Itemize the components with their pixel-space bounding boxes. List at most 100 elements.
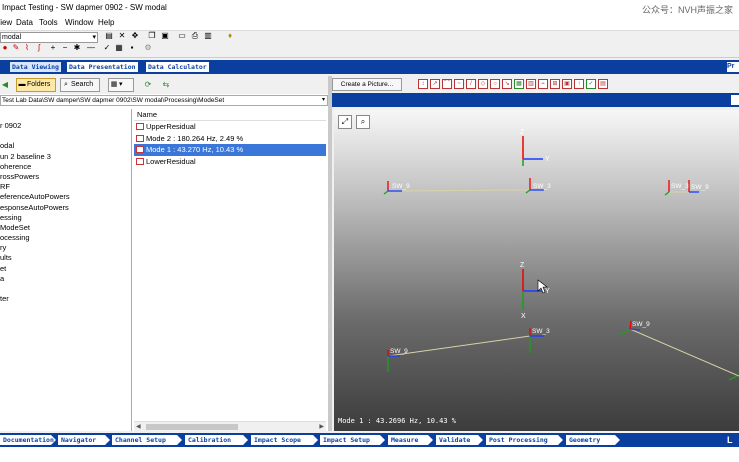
display-tool-icon[interactable]: ↗	[430, 79, 440, 89]
search-icon: ⌕	[64, 81, 68, 88]
tree-item[interactable]: ults	[0, 253, 131, 263]
tab-overflow[interactable]: Pr	[727, 62, 739, 72]
tree-item[interactable]: et	[0, 264, 131, 274]
workflow-documentation[interactable]: Documentation	[0, 435, 56, 445]
print-icon[interactable]: ⎙	[190, 31, 200, 41]
display-tool-icon[interactable]: ▥	[526, 79, 536, 89]
menu-window[interactable]: Window	[65, 18, 93, 27]
workflow-navigator[interactable]: Navigator	[58, 435, 110, 445]
tree-item[interactable]: ModeSet	[0, 223, 131, 233]
navigator-panel: ◀ ▬ Folders ⌕ Search ▦ ▾ ⟳ ⇆ Test Lab Data\…	[0, 76, 328, 431]
workflow-validate[interactable]: Validate	[436, 435, 483, 445]
tree-item[interactable]: eferenceAutoPowers	[0, 192, 131, 202]
tab-data-calculator[interactable]: Data Calculator	[146, 62, 209, 72]
geometry-view[interactable]: ⤢ ⌕ Z Y SW_9 SW_3 SW_3 SW_9 Z Y X SW_9 S…	[334, 110, 739, 431]
scroll-right-icon[interactable]: ▶	[319, 422, 324, 432]
workflow-post-processing[interactable]: Post Processing	[486, 435, 563, 445]
curve-icon[interactable]: ʃ	[34, 43, 44, 53]
menu-bar: View Data Tools Window Help	[0, 17, 739, 30]
scroll-left-icon[interactable]: ◀	[136, 422, 141, 432]
list-item[interactable]: LowerResidual	[134, 156, 326, 168]
tree-item[interactable]: r 0902	[0, 121, 131, 131]
display-tool-icon[interactable]: ↘	[502, 79, 512, 89]
view-mode-button[interactable]: ▦ ▾	[108, 78, 134, 92]
star-icon[interactable]: ✱	[72, 43, 82, 53]
list-item[interactable]: Mode 2 : 180.264 Hz, 2.49 %	[134, 133, 326, 145]
node-sw9-lower-right: SW_9	[619, 320, 650, 336]
dash-icon[interactable]: —	[86, 43, 96, 53]
table-icon[interactable]: ▦	[114, 43, 124, 53]
list-item[interactable]: UpperResidual	[134, 121, 326, 133]
cut-icon[interactable]: ✕	[117, 31, 127, 41]
path-field[interactable]: Test Lab Data\SW damper\SW dapmer 0902\S…	[0, 95, 328, 106]
tree-item[interactable]: ry	[0, 243, 131, 253]
svg-text:Z: Z	[520, 262, 525, 269]
open-icon[interactable]: ▭	[177, 31, 187, 41]
display-tool-icon[interactable]: ○	[490, 79, 500, 89]
plus-icon[interactable]: +	[48, 43, 58, 53]
display-tool-icon[interactable]: ✓	[586, 79, 596, 89]
display-tool-icon[interactable]: ~	[454, 79, 464, 89]
tab-data-presentation[interactable]: Data Presentation	[67, 62, 138, 72]
tree-item[interactable]	[0, 131, 131, 141]
folders-button[interactable]: ▬ Folders	[16, 78, 56, 92]
check-icon[interactable]: ✓	[102, 43, 112, 53]
tree-item[interactable]: ocessing	[0, 233, 131, 243]
move-icon[interactable]: ✥	[130, 31, 140, 41]
help-bulb-icon[interactable]: ♦	[225, 31, 235, 41]
scan-icon[interactable]: ▥	[203, 31, 213, 41]
tree-item[interactable]: essing	[0, 213, 131, 223]
refresh-icon[interactable]: ⟳	[143, 80, 153, 90]
display-tool-icon[interactable]: ▦	[514, 79, 524, 89]
tree-item[interactable]: ter	[0, 294, 131, 304]
display-tool-icon[interactable]: ⊞	[550, 79, 560, 89]
scrollbar-thumb[interactable]	[146, 424, 238, 430]
workflow-channel-setup[interactable]: Channel Setup	[112, 435, 182, 445]
minus-icon[interactable]: −	[60, 43, 70, 53]
menu-help[interactable]: Help	[98, 18, 114, 27]
tree-item[interactable]: rossPowers	[0, 172, 131, 182]
tree-item[interactable]: RF	[0, 182, 131, 192]
tree-item[interactable]	[0, 284, 131, 294]
mode-icon	[136, 146, 144, 153]
workflow-impact-setup[interactable]: Impact Setup	[320, 435, 385, 445]
paste-icon[interactable]: ▣	[160, 31, 170, 41]
search-button[interactable]: ⌕ Search	[60, 78, 100, 92]
menu-tools[interactable]: Tools	[39, 18, 58, 27]
menu-view[interactable]: View	[0, 18, 12, 27]
tool-icon[interactable]: ⚙	[143, 43, 153, 53]
tree-item[interactable]: esponseAutoPowers	[0, 203, 131, 213]
new-icon[interactable]: ▤	[104, 31, 114, 41]
copy-icon[interactable]: ❐	[147, 31, 157, 41]
menu-data[interactable]: Data	[16, 18, 33, 27]
tree-item[interactable]: odal	[0, 141, 131, 151]
workflow-geometry[interactable]: Geometry	[566, 435, 620, 445]
workflow-calibration[interactable]: Calibration	[185, 435, 248, 445]
tree-item[interactable]: un 2 baseline 3	[0, 152, 131, 162]
display-tool-icon[interactable]: ⌒	[442, 79, 452, 89]
display-tool-icon[interactable]: ↕	[418, 79, 428, 89]
display-tool-icon[interactable]: ◇	[478, 79, 488, 89]
list-scrollbar[interactable]: ◀ ▶	[134, 421, 326, 431]
pen-icon[interactable]: ⌇	[22, 43, 32, 53]
pin-icon[interactable]: ✎	[11, 43, 21, 53]
workflow-measure[interactable]: Measure	[388, 435, 433, 445]
display-tool-icon[interactable]: ↑	[574, 79, 584, 89]
create-picture-button[interactable]: Create a Picture...	[332, 78, 402, 91]
workflow-impact-scope[interactable]: Impact Scope	[251, 435, 318, 445]
list-header-name[interactable]: Name	[134, 109, 326, 121]
display-tool-icon[interactable]: ⌁	[538, 79, 548, 89]
list-item-selected[interactable]: Mode 1 : 43.270 Hz, 10.43 %	[134, 144, 326, 156]
display-tool-icon[interactable]: /	[466, 79, 476, 89]
tree-item[interactable]: a	[0, 274, 131, 284]
display-tool-icon[interactable]: ▣	[562, 79, 572, 89]
tree-item[interactable]: oherence	[0, 162, 131, 172]
sync-icon[interactable]: ⇆	[161, 80, 171, 90]
save-icon[interactable]: ▪	[127, 43, 137, 53]
stop-icon[interactable]: ●	[0, 43, 10, 53]
display-tool-icon[interactable]: ▤	[598, 79, 608, 89]
tab-data-viewing[interactable]: Data Viewing	[10, 62, 61, 72]
workflow-overflow[interactable]: L	[727, 433, 739, 447]
back-icon[interactable]: ◀	[0, 80, 10, 90]
section-combo[interactable]: modal ▾	[0, 32, 98, 43]
